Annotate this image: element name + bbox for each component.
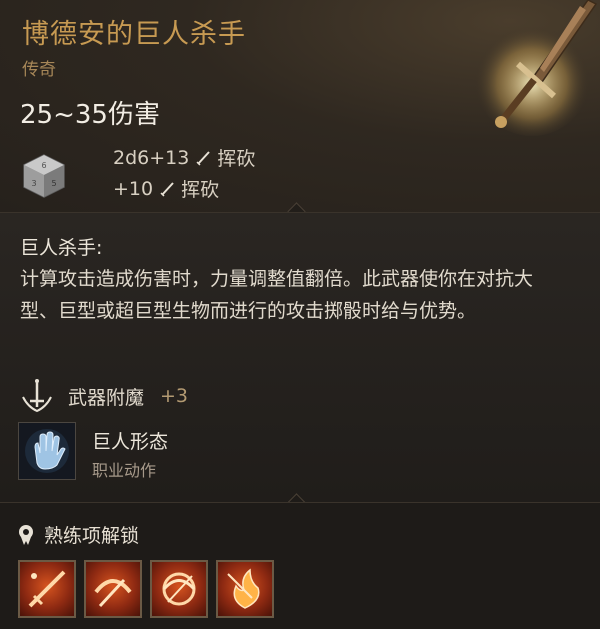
proficiency-header: 熟练项解锁 — [16, 521, 139, 548]
proficiency-badge-icon — [19, 524, 33, 545]
item-rarity: 传奇 — [22, 60, 56, 80]
svg-text:5: 5 — [51, 179, 56, 188]
proficiency-label: 熟练项解锁 — [44, 525, 140, 547]
ability-section: 巨人杀手: 计算攻击造成伤害时，力量调整值翻倍。此武器使你在对抗大型、巨型或超巨… — [0, 212, 600, 503]
action-name: 巨人形态 — [92, 431, 169, 453]
damage-type-2: 挥砍 — [181, 179, 220, 201]
damage-line-2: +10 挥砍 — [113, 175, 219, 202]
enchantment-value: +3 — [160, 385, 189, 407]
damage-dice-1: 2d6+13 — [113, 146, 190, 169]
svg-text:6: 6 — [41, 161, 46, 170]
enchantment-label: 武器附魔 — [68, 386, 145, 409]
enchant-sword-icon — [22, 379, 52, 413]
slash-icon — [160, 181, 174, 197]
ability-title: 巨人杀手: — [20, 237, 103, 259]
flame-skill-icon[interactable] — [216, 560, 274, 618]
slash-icon — [196, 150, 211, 166]
action-icon-box[interactable] — [18, 422, 76, 480]
damage-dice-2: +10 — [113, 177, 154, 200]
greatsword-icon — [474, 0, 598, 136]
damage-type-1: 挥砍 — [217, 148, 256, 170]
slash-skill-icon[interactable] — [18, 560, 76, 618]
item-tooltip: 博德安的巨人杀手 传奇 25~35伤害 6 3 5 2d6+13 挥砍 +10 — [0, 0, 600, 629]
proficiency-section: 熟练项解锁 — [0, 502, 600, 629]
damage-line-1: 2d6+13 挥砍 — [113, 144, 255, 171]
giant-hand-icon — [25, 429, 69, 473]
ability-description: 计算攻击造成伤害时，力量调整值翻倍。此武器使你在对抗大型、巨型或超巨型生物而进行… — [20, 268, 534, 322]
cleave-skill-icon[interactable] — [84, 560, 142, 618]
whirl-skill-icon[interactable] — [150, 560, 208, 618]
damage-range: 25~35伤害 — [20, 100, 160, 130]
skill-row — [18, 560, 274, 618]
action-type: 职业动作 — [92, 461, 157, 480]
tooltip-header: 博德安的巨人杀手 传奇 25~35伤害 6 3 5 2d6+13 挥砍 +10 — [0, 0, 600, 221]
dice-icon: 6 3 5 — [23, 154, 65, 198]
item-name: 博德安的巨人杀手 — [22, 19, 246, 50]
svg-text:3: 3 — [31, 179, 36, 188]
enchantment-row: 武器附魔 +3 — [18, 377, 188, 415]
